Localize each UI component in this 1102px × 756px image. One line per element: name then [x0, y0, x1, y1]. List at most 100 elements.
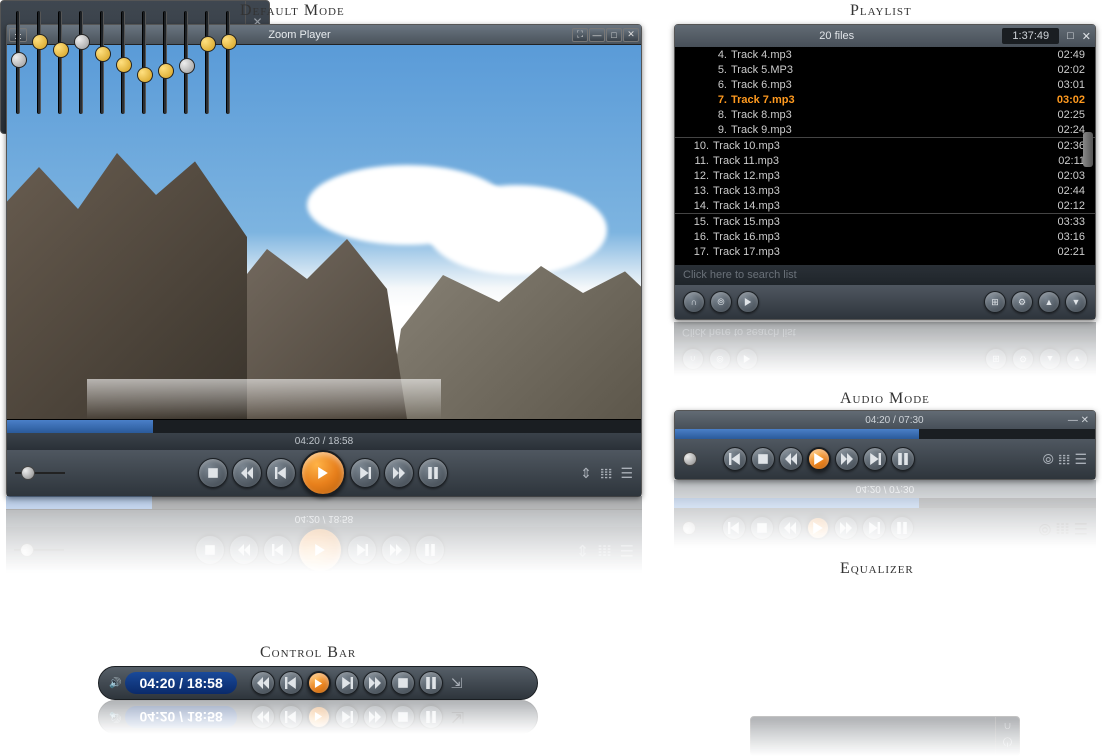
volume-track[interactable] [15, 472, 65, 474]
audio-minimize-button[interactable]: — [1068, 415, 1078, 426]
playlist-row[interactable]: 7.Track 7.mp303:02 [675, 92, 1095, 107]
audio-volume-knob[interactable] [683, 452, 697, 466]
minimize-button[interactable]: — [589, 28, 605, 42]
audio-pause-button[interactable] [891, 447, 915, 471]
eq-thumb[interactable] [137, 67, 153, 83]
audio-broadcast-icon[interactable]: ⦾ [1043, 451, 1054, 468]
playlist-row[interactable]: 8.Track 8.mp302:25 [675, 107, 1095, 122]
audio-ff-button[interactable] [835, 447, 859, 471]
eq-slider[interactable] [226, 11, 230, 114]
track-name: Track 9.mp3 [731, 124, 1057, 136]
ctrl-pause-button[interactable] [419, 671, 443, 695]
main-control-bar: ⇕ 𝍖 ☰ [7, 450, 641, 496]
ctrl-next-button[interactable] [335, 671, 359, 695]
playlist-down-button[interactable]: ▼ [1065, 291, 1087, 313]
track-duration: 02:25 [1057, 109, 1085, 121]
fullscreen-button[interactable]: ⛶ [572, 28, 588, 42]
playlist-row[interactable]: 5.Track 5.MP302:02 [675, 62, 1095, 77]
audio-seek-bar[interactable] [675, 429, 1095, 439]
playlist-up-button[interactable]: ▲ [1038, 291, 1060, 313]
equalizer-icon[interactable]: 𝍖 [600, 465, 613, 482]
playlist-broadcast-button[interactable]: ⦾ [710, 291, 732, 313]
playlist-options-button[interactable]: ⚙ [1011, 291, 1033, 313]
eq-slider[interactable] [205, 11, 209, 114]
playlist-row[interactable]: 10.Track 10.mp302:36 [675, 138, 1095, 153]
track-duration: 02:49 [1057, 49, 1085, 61]
maximize-button[interactable]: □ [606, 28, 622, 42]
audio-close-button[interactable]: ✕ [1081, 415, 1089, 426]
eq-thumb[interactable] [74, 34, 90, 50]
playlist-row[interactable]: 14.Track 14.mp302:12 [675, 198, 1095, 213]
playlist-row[interactable]: 4.Track 4.mp302:49 [675, 47, 1095, 62]
track-duration: 02:44 [1057, 185, 1085, 197]
eq-slider[interactable] [16, 11, 20, 114]
expand-icon[interactable]: ⇕ [580, 465, 592, 482]
playlist-row[interactable]: 9.Track 9.mp302:24 [675, 122, 1095, 137]
playlist-magnet-button[interactable]: ∩ [683, 291, 705, 313]
ctrl-rewind-button[interactable] [251, 671, 275, 695]
seek-bar[interactable] [7, 419, 641, 433]
eq-slider[interactable] [79, 11, 83, 114]
track-duration: 03:02 [1057, 94, 1085, 106]
equalizer-sliders: PRE601703106001k3k6k12k14k16k [1, 1, 245, 133]
eq-slider[interactable] [58, 11, 62, 114]
audio-prev-button[interactable] [723, 447, 747, 471]
playlist-titlebar[interactable]: 20 files 1:37:49 □ ✕ [675, 25, 1095, 47]
audio-stop-button[interactable] [751, 447, 775, 471]
playlist-close-button[interactable]: ✕ [1082, 30, 1091, 43]
playlist-row[interactable]: 11.Track 11.mp302:11 [675, 153, 1095, 168]
audio-menu-icon[interactable]: ☰ [1074, 451, 1087, 468]
eq-thumb[interactable] [158, 63, 174, 79]
ctrl-play-button[interactable] [307, 671, 331, 695]
playlist-row[interactable]: 13.Track 13.mp302:44 [675, 183, 1095, 198]
eq-reflection: ⏻∩ [750, 716, 1020, 756]
eq-slider[interactable] [121, 11, 125, 114]
label-main: Default Mode [240, 2, 345, 20]
eq-thumb[interactable] [11, 52, 27, 68]
playlist-row[interactable]: 6.Track 6.mp303:01 [675, 77, 1095, 92]
audio-next-button[interactable] [863, 447, 887, 471]
video-content [427, 185, 607, 275]
playlist-row[interactable]: 16.Track 16.mp303:16 [675, 229, 1095, 244]
previous-button[interactable] [266, 458, 296, 488]
playlist-scrollbar[interactable] [1083, 132, 1093, 167]
playlist-row[interactable]: 15.Track 15.mp303:33 [675, 214, 1095, 229]
playlist-list[interactable]: 4.Track 4.mp302:495.Track 5.MP302:026.Tr… [675, 47, 1095, 265]
audio-titlebar[interactable]: 04:20 / 07:30 — ✕ [675, 411, 1095, 429]
pause-button[interactable] [418, 458, 448, 488]
audio-rewind-button[interactable] [779, 447, 803, 471]
track-name: Track 12.mp3 [713, 170, 1057, 182]
playlist-row[interactable]: 17.Track 17.mp302:21 [675, 244, 1095, 259]
eq-thumb[interactable] [32, 34, 48, 50]
fastforward-button[interactable] [384, 458, 414, 488]
ctrl-stop-button[interactable] [391, 671, 415, 695]
eq-slider[interactable] [37, 11, 41, 114]
eq-slider[interactable] [142, 11, 146, 114]
controlbar-window[interactable]: 🔊 04:20 / 18:58 ⇲ [98, 666, 538, 700]
ctrl-ff-button[interactable] [363, 671, 387, 695]
track-number: 11. [685, 155, 709, 167]
audio-play-button[interactable] [807, 447, 831, 471]
eq-slider[interactable] [100, 11, 104, 114]
eq-slider[interactable] [184, 11, 188, 114]
ctrl-prev-button[interactable] [279, 671, 303, 695]
playlist-maximize-button[interactable]: □ [1067, 30, 1074, 42]
playlist-add-button[interactable]: ⊞ [984, 291, 1006, 313]
next-button[interactable] [350, 458, 380, 488]
eq-thumb[interactable] [95, 46, 111, 62]
playlist-search-input[interactable]: Click here to search list [675, 265, 1095, 285]
volume-knob[interactable] [21, 466, 35, 480]
playlist-row[interactable]: 12.Track 12.mp302:03 [675, 168, 1095, 183]
eq-thumb[interactable] [53, 42, 69, 58]
close-button[interactable]: ✕ [623, 28, 639, 42]
ctrl-speaker-icon[interactable]: 🔊 [109, 678, 121, 689]
rewind-button[interactable] [232, 458, 262, 488]
audio-equalizer-icon[interactable]: 𝍖 [1058, 451, 1071, 468]
track-number: 17. [685, 246, 709, 258]
eq-slider[interactable] [163, 11, 167, 114]
menu-icon[interactable]: ☰ [620, 465, 633, 482]
playlist-play-button[interactable] [737, 291, 759, 313]
ctrl-expand-icon[interactable]: ⇲ [451, 675, 463, 692]
stop-button[interactable] [198, 458, 228, 488]
play-button[interactable] [300, 450, 346, 496]
